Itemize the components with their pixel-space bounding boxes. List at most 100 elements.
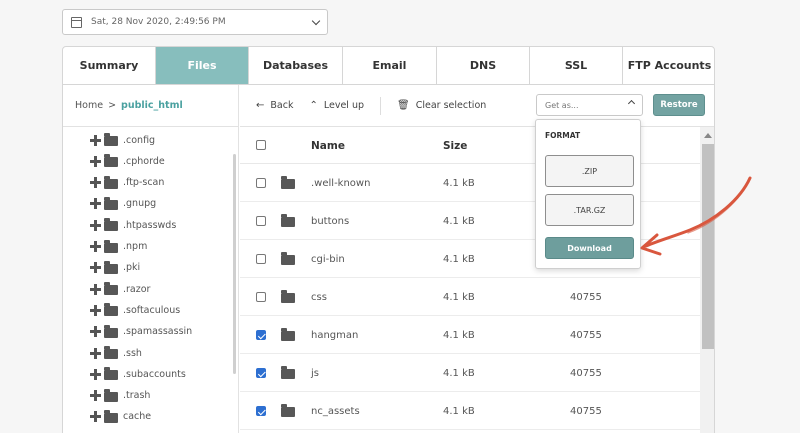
plus-icon[interactable] [90, 219, 101, 231]
file-permissions: 40755 [570, 329, 602, 341]
tab-ftp-accounts[interactable]: FTP Accounts [623, 47, 714, 84]
tree-item[interactable]: .ssh [90, 344, 142, 362]
tree-item-label: .razor [123, 283, 151, 295]
row-checkbox[interactable] [256, 368, 266, 378]
plus-icon[interactable] [90, 347, 101, 359]
clear-selection-label: Clear selection [415, 100, 487, 111]
select-all-checkbox[interactable] [256, 140, 266, 150]
download-button[interactable]: Download [545, 237, 634, 259]
plus-icon[interactable] [90, 368, 101, 380]
get-as-select[interactable]: Get as... [536, 94, 643, 116]
row-checkbox[interactable] [256, 292, 266, 302]
tree-item[interactable]: .npm [90, 238, 147, 256]
tree-item[interactable]: .subaccounts [90, 365, 186, 383]
plus-icon[interactable] [90, 326, 101, 338]
plus-icon[interactable] [90, 304, 101, 316]
tab-databases[interactable]: Databases [249, 47, 343, 84]
date-picker[interactable]: Sat, 28 Nov 2020, 2:49:56 PM [62, 9, 328, 35]
tree-item-label: .softaculous [123, 304, 181, 316]
tree-item[interactable]: .softaculous [90, 301, 180, 319]
restore-button[interactable]: Restore [653, 94, 705, 116]
tree-item[interactable]: cache [90, 408, 151, 426]
folder-icon [104, 218, 118, 232]
clear-selection-button[interactable]: 🗑 Clear selection [397, 100, 486, 111]
chevron-up-icon: ⌃ [309, 100, 318, 111]
back-button[interactable]: ← Back [256, 100, 293, 111]
breadcrumb: Home > public_html [63, 85, 239, 127]
table-row[interactable]: css 4.1 kB 40755 [240, 278, 700, 316]
tree-item[interactable]: .config [90, 131, 155, 149]
file-name[interactable]: nc_assets [311, 392, 360, 430]
tree-item[interactable]: .htpasswds [90, 216, 176, 234]
folder-icon [281, 366, 295, 379]
folder-icon [104, 409, 118, 423]
file-list-header: Name Size [240, 127, 714, 165]
tree-item[interactable]: .trash [90, 387, 150, 405]
zip-format-button[interactable]: .ZIP [545, 155, 634, 187]
tab-files[interactable]: Files [156, 47, 249, 84]
tab-email[interactable]: Email [343, 47, 437, 84]
tree-item[interactable]: .spamassassin [90, 323, 192, 341]
tree-item[interactable]: .ftp-scan [90, 174, 164, 192]
row-checkbox[interactable] [256, 254, 266, 264]
tab-bar: Summary Files Databases Email DNS SSL FTP Acco… [63, 47, 714, 85]
file-size: 4.1 kB [443, 253, 475, 265]
file-size: 4.1 kB [443, 291, 475, 303]
level-up-button[interactable]: ⌃ Level up [309, 100, 364, 111]
row-checkbox[interactable] [256, 216, 266, 226]
back-label: Back [270, 100, 294, 111]
row-checkbox[interactable] [256, 330, 266, 340]
plus-icon[interactable] [90, 134, 101, 146]
column-name-header[interactable]: Name [311, 127, 345, 165]
targz-format-button[interactable]: .TAR.GZ [545, 194, 634, 226]
tree-item[interactable]: .razor [90, 280, 150, 298]
tree-item-label: .cphorde [123, 155, 165, 167]
table-row[interactable]: js 4.1 kB 40755 [240, 354, 700, 392]
tree-item-label: .gnupg [123, 198, 157, 210]
tree-item-label: .config [123, 134, 156, 146]
file-permissions: 40755 [570, 367, 602, 379]
tree-item[interactable]: .cphorde [90, 152, 165, 170]
plus-icon[interactable] [90, 390, 101, 402]
table-row[interactable]: nc_assets 4.1 kB 40755 [240, 392, 700, 430]
file-size: 4.1 kB [443, 367, 475, 379]
tab-summary[interactable]: Summary [63, 47, 156, 84]
tree-item[interactable]: .pki [90, 259, 140, 277]
table-row[interactable]: hangman 4.1 kB 40755 [240, 316, 700, 354]
plus-icon[interactable] [90, 177, 101, 189]
file-size: 4.1 kB [443, 405, 475, 417]
tab-dns[interactable]: DNS [437, 47, 530, 84]
breadcrumb-home[interactable]: Home [75, 100, 103, 111]
row-checkbox[interactable] [256, 178, 266, 188]
tree-item-label: .ssh [123, 347, 142, 359]
tab-ssl[interactable]: SSL [530, 47, 623, 84]
tree-item[interactable]: .gnupg [90, 195, 156, 213]
scroll-up-icon[interactable] [704, 133, 712, 138]
level-up-label: Level up [323, 100, 365, 111]
breadcrumb-current[interactable]: public_html [121, 100, 183, 111]
file-name[interactable]: .well-known [311, 164, 370, 202]
plus-icon[interactable] [90, 411, 101, 423]
folder-icon [104, 133, 118, 146]
column-size-header[interactable]: Size [443, 127, 467, 165]
arrow-left-icon: ← [256, 100, 265, 111]
file-name[interactable]: buttons [311, 202, 349, 240]
folder-icon [281, 176, 295, 189]
folder-icon [281, 252, 295, 265]
file-name[interactable]: hangman [311, 316, 358, 354]
plus-icon[interactable] [90, 262, 101, 274]
file-name[interactable]: js [311, 354, 319, 392]
plus-icon[interactable] [90, 283, 101, 295]
file-name[interactable]: css [311, 278, 327, 316]
plus-icon[interactable] [90, 198, 101, 210]
plus-icon[interactable] [90, 241, 101, 252]
file-name[interactable]: cgi-bin [311, 240, 345, 278]
folder-icon [104, 303, 118, 317]
folder-tree: .config .cphorde .ftp-scan .gnupg .htpasswds… [63, 127, 239, 433]
folder-icon [104, 367, 118, 381]
tree-scrollbar[interactable] [233, 154, 236, 374]
annotation-arrow [640, 176, 752, 256]
format-dropdown: FORMAT .ZIP .TAR.GZ Download [535, 119, 641, 269]
row-checkbox[interactable] [256, 406, 266, 416]
plus-icon[interactable] [90, 155, 101, 167]
